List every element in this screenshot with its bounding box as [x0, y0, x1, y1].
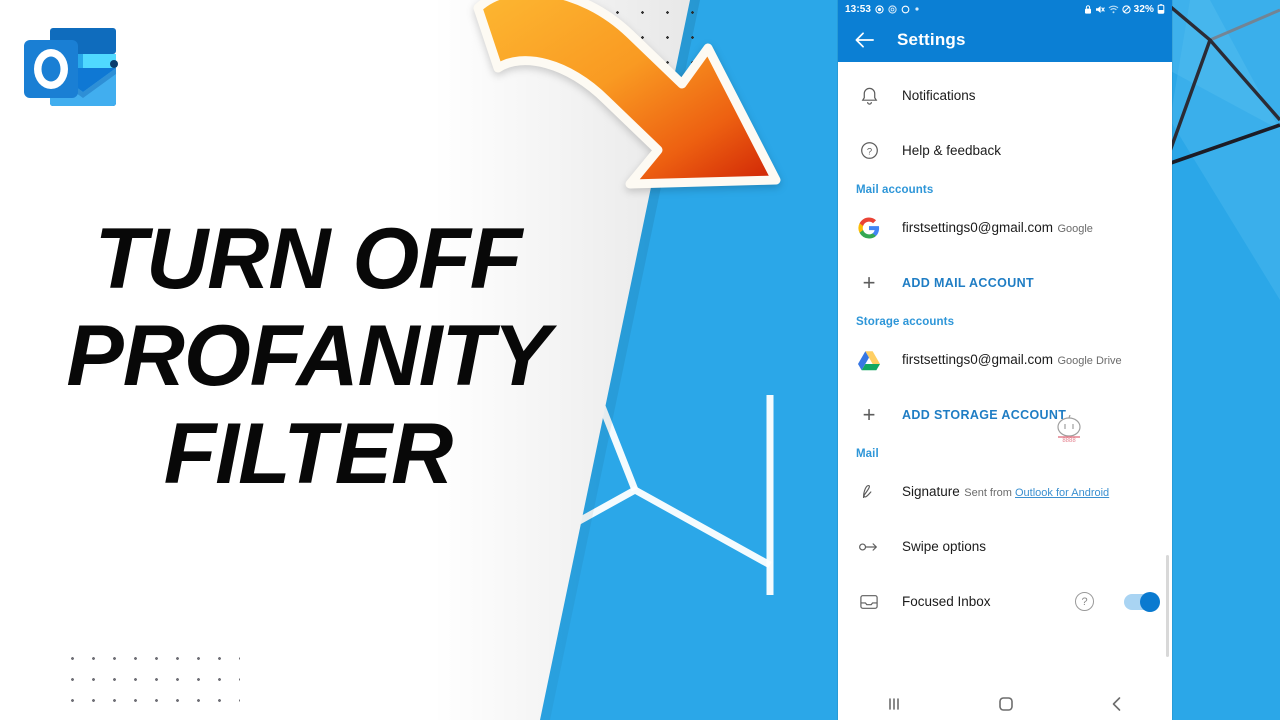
settings-row-label: Notifications: [902, 87, 976, 103]
section-header-mail-accounts: Mail accounts: [856, 184, 934, 196]
screenshot-icon: [888, 4, 897, 14]
add-storage-account-button[interactable]: + ADD STORAGE ACCOUNT: [838, 387, 1172, 442]
envelope-outline-decoration: [540, 395, 774, 595]
dot-grid-bottom-decoration: [62, 648, 240, 720]
section-header-storage-accounts: Storage accounts: [856, 316, 955, 328]
screenshot-canvas: TURN OFF PROFANITY FILTER 13:53 32% Sett…: [0, 0, 1280, 720]
swipe-options-label: Swipe options: [902, 538, 987, 554]
record-icon: [875, 4, 884, 14]
signature-value: Sent from Outlook for Android: [964, 487, 1109, 499]
google-g-icon: [856, 216, 882, 239]
settings-row-swipe-options[interactable]: Swipe options: [838, 519, 1172, 574]
signature-pen-icon: [856, 482, 882, 502]
account-provider: Google: [1057, 222, 1093, 235]
google-drive-icon: [856, 349, 882, 371]
mute-icon: [1095, 5, 1105, 14]
toggle-knob: [1140, 591, 1160, 612]
settings-list: Notifications ? Help & feedback Mail acc…: [838, 68, 1172, 720]
settings-row-help-feedback[interactable]: ? Help & feedback: [838, 123, 1172, 178]
add-mail-account-label: ADD MAIL ACCOUNT: [902, 275, 1034, 290]
settings-row-label: Help & feedback: [902, 142, 1002, 158]
focused-inbox-label: Focused Inbox: [902, 593, 991, 609]
android-navigation-bar: [838, 686, 1172, 720]
bell-icon: [856, 86, 882, 106]
account-email: firstsettings0@gmail.com: [902, 219, 1053, 235]
arrow-left-icon[interactable]: [854, 31, 875, 49]
inbox-icon: [856, 593, 882, 611]
account-email: firstsettings0@gmail.com: [902, 351, 1053, 367]
phone-screen: 13:53 32% Settings Notifications ? Help …: [838, 0, 1172, 720]
swipe-arrow-icon: [856, 539, 882, 555]
do-not-disturb-icon: [1122, 4, 1131, 14]
recents-icon[interactable]: [884, 696, 904, 717]
settings-row-focused-inbox[interactable]: Focused Inbox ?: [838, 574, 1172, 629]
question-circle-icon[interactable]: ?: [1075, 592, 1094, 611]
section-header-mail: Mail: [856, 448, 879, 460]
headline-line-3: FILTER: [163, 405, 454, 502]
outlook-logo: [24, 28, 118, 106]
list-scrollbar[interactable]: [1166, 555, 1169, 657]
home-icon[interactable]: [996, 695, 1016, 718]
add-storage-account-label: ADD STORAGE ACCOUNT: [902, 407, 1067, 422]
page-title: TURN OFF PROFANITY FILTER: [28, 211, 588, 502]
account-provider: Google Drive: [1057, 354, 1122, 367]
dot-icon: [914, 6, 920, 12]
circle-icon: [901, 5, 910, 14]
lock-icon: [1084, 4, 1092, 14]
plus-icon: +: [862, 401, 876, 427]
settings-row-account-google-drive[interactable]: firstsettings0@gmail.com Google Drive: [838, 332, 1172, 387]
headline-line-1: TURN OFF: [94, 211, 523, 307]
android-status-bar: 13:53 32%: [838, 0, 1172, 18]
settings-row-account-google[interactable]: firstsettings0@gmail.com Google: [838, 200, 1172, 255]
svg-text:?: ?: [866, 146, 871, 157]
settings-app-bar: Settings: [838, 18, 1172, 62]
watermark-stamp-icon: 8888: [1057, 415, 1081, 444]
add-mail-account-button[interactable]: + ADD MAIL ACCOUNT: [838, 255, 1172, 310]
signature-prefix: Sent from: [964, 486, 1015, 499]
focused-inbox-toggle[interactable]: [1124, 591, 1160, 612]
settings-row-notifications[interactable]: Notifications: [838, 68, 1172, 123]
status-time: 13:53: [845, 3, 872, 15]
signature-link[interactable]: Outlook for Android: [1015, 487, 1109, 499]
app-bar-title: Settings: [897, 30, 966, 49]
question-circle-icon: ?: [856, 141, 882, 160]
battery-percent-label: 32%: [1133, 3, 1154, 15]
plus-icon: +: [862, 269, 876, 295]
battery-icon: [1157, 4, 1165, 14]
settings-row-signature[interactable]: Signature Sent from Outlook for Android: [838, 464, 1172, 519]
orange-curved-arrow-icon: [473, 0, 781, 189]
headline-line-2: PROFANITY: [66, 308, 550, 405]
signature-label: Signature: [902, 483, 960, 499]
back-chevron-icon[interactable]: [1108, 695, 1126, 718]
svg-text:8888: 8888: [1062, 438, 1076, 444]
wifi-icon: [1108, 5, 1119, 14]
